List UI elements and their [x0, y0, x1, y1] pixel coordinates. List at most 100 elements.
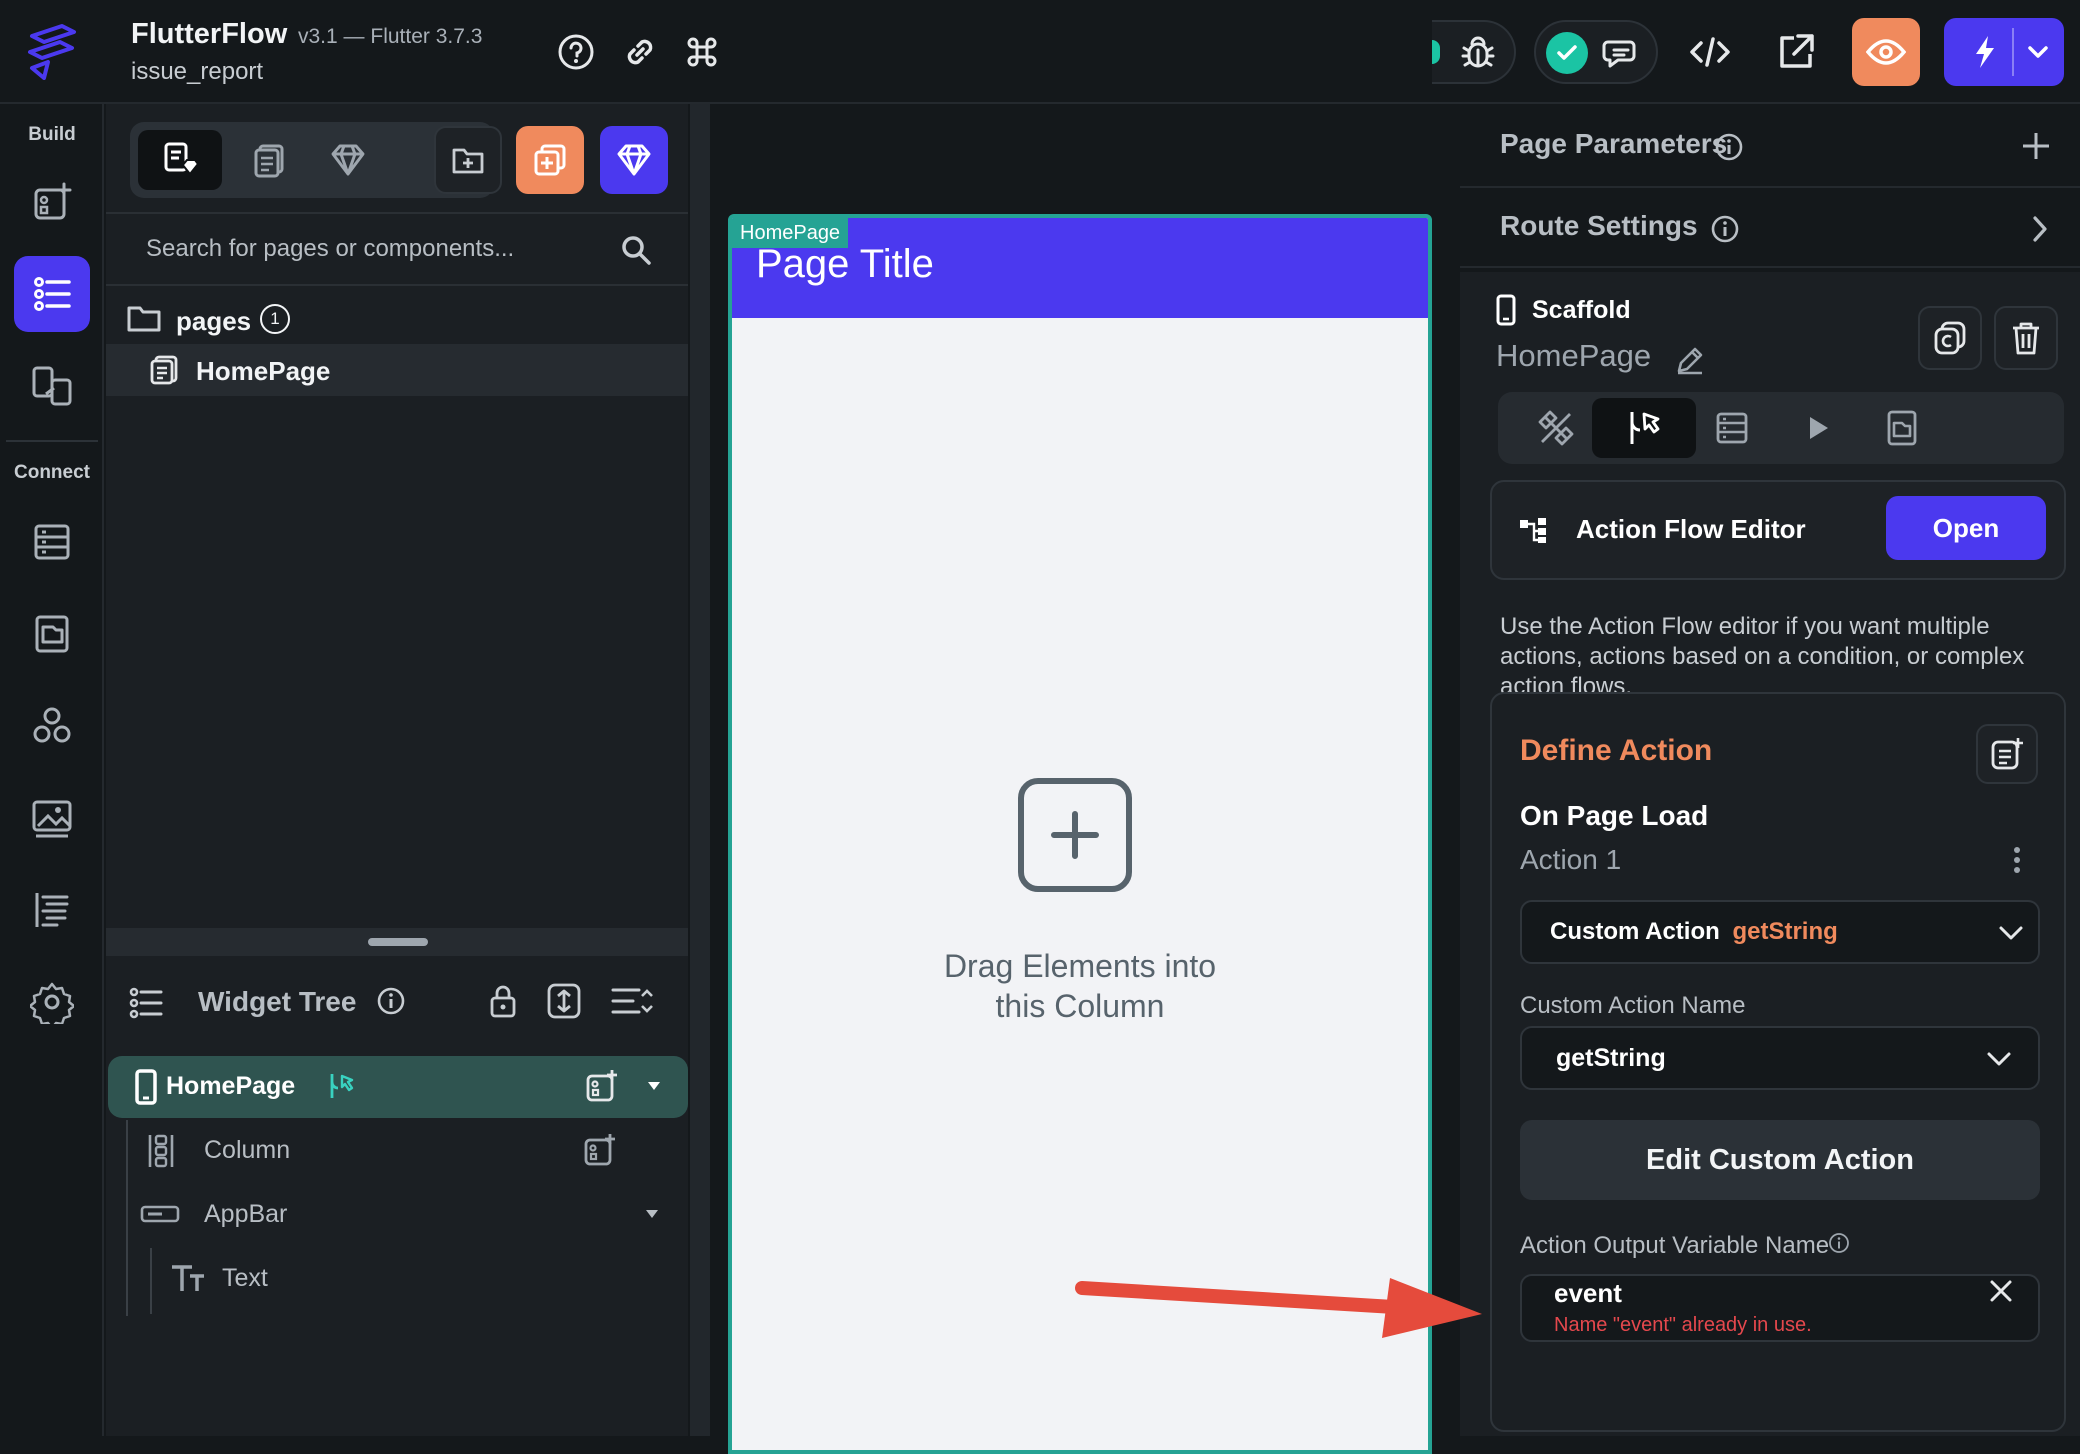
tree-node-appbar[interactable]: AppBar [128, 1184, 668, 1246]
info-icon[interactable] [1710, 214, 1740, 244]
copy-button[interactable] [1918, 306, 1982, 370]
chevron-down-icon[interactable] [2026, 40, 2050, 64]
route-settings-row[interactable]: Route Settings [1460, 188, 2080, 268]
widget-tree-icon[interactable] [14, 256, 90, 332]
drag-handle[interactable] [368, 938, 428, 946]
check-circle-icon[interactable] [1546, 32, 1588, 74]
edit-custom-action-button[interactable]: Edit Custom Action [1520, 1120, 2040, 1200]
pages-folder[interactable]: pages 1 [106, 294, 688, 346]
tree-node-column[interactable]: Column [128, 1120, 668, 1182]
text-icon [170, 1262, 206, 1294]
edit-pencil-icon[interactable] [1674, 344, 1706, 376]
action-flow-editor-card: Action Flow Editor Open [1490, 480, 2066, 580]
clear-icon[interactable] [1988, 1278, 2014, 1304]
status-pill [1534, 20, 1658, 84]
tab-pages-components[interactable] [138, 130, 222, 190]
media-icon[interactable] [14, 596, 90, 672]
panel-divider[interactable] [690, 104, 710, 1436]
more-vert-icon[interactable] [2012, 846, 2022, 874]
preview-button[interactable] [1852, 18, 1920, 86]
code-icon[interactable] [1686, 28, 1734, 76]
folder-icon [126, 304, 162, 334]
chat-icon[interactable] [1602, 32, 1644, 74]
eye-icon [1866, 39, 1906, 65]
action-type-label: Custom Action [1550, 918, 1720, 945]
custom-code-icon[interactable] [14, 872, 90, 948]
add-icon[interactable] [2020, 130, 2052, 162]
page-explorer: pages 1 HomePage Widget Tree Home [106, 104, 688, 1436]
command-icon[interactable] [678, 28, 726, 76]
panel-splitter[interactable] [106, 928, 688, 956]
play-icon [1810, 417, 1828, 439]
action-type-dropdown[interactable]: Custom Action getString [1520, 900, 2040, 964]
lock-icon[interactable] [488, 982, 518, 1020]
build-label: Build [28, 124, 76, 145]
firestore-icon[interactable] [14, 504, 90, 580]
storyboard-icon[interactable] [14, 348, 90, 424]
app-bar[interactable]: Page Title HomePage [732, 218, 1428, 318]
delete-button[interactable] [1994, 306, 2058, 370]
property-tabs [1498, 392, 2064, 464]
help-icon[interactable] [552, 28, 600, 76]
page-parameters-row[interactable]: Page Parameters [1460, 106, 2080, 188]
flutterflow-logo-icon[interactable] [22, 22, 84, 82]
output-var-field[interactable]: event Name "event" already in use. [1520, 1274, 2040, 1342]
add-child-icon[interactable] [584, 1068, 620, 1104]
settings-icon[interactable] [14, 964, 90, 1040]
page-title[interactable]: Page Title [756, 242, 934, 287]
tree-options-icon[interactable] [610, 984, 654, 1018]
integrations-icon[interactable] [14, 688, 90, 764]
add-action-icon [1991, 738, 2023, 770]
page-item-homepage[interactable]: HomePage [106, 344, 688, 396]
chevron-down-icon [1986, 1048, 2012, 1070]
add-action-button[interactable] [1976, 724, 2038, 784]
add-page-button[interactable] [516, 126, 584, 194]
caret-down-icon[interactable] [644, 1208, 660, 1220]
search-icon[interactable] [620, 234, 652, 266]
add-widget-icon[interactable] [14, 164, 90, 240]
app-name: FlutterFlow [131, 18, 288, 50]
top-bar: FlutterFlow v3.1 — Flutter 3.7.3 issue_r… [0, 0, 2080, 104]
add-component-button[interactable] [600, 126, 668, 194]
widget-type-label: Scaffold [1532, 296, 1631, 324]
add-child-icon[interactable] [582, 1132, 618, 1168]
flow-tree-icon [1518, 516, 1550, 544]
info-icon[interactable] [376, 986, 406, 1016]
action-flow-icon [1630, 412, 1660, 444]
add-element-icon[interactable] [1018, 778, 1132, 892]
search-input[interactable] [146, 228, 586, 270]
caret-down-icon[interactable] [646, 1080, 662, 1092]
chevron-right-icon[interactable] [2030, 214, 2050, 244]
info-icon[interactable] [1714, 132, 1744, 162]
new-folder-button[interactable] [434, 126, 502, 194]
page-tag: HomePage [732, 218, 849, 248]
custom-action-name-dropdown[interactable]: getString [1520, 1026, 2040, 1090]
action-label: Action 1 [1520, 844, 1622, 875]
drop-hint-line1: Drag Elements into [943, 948, 1217, 984]
widget-tree-header: Widget Tree [106, 956, 688, 1048]
tree-node-text[interactable]: Text [152, 1248, 668, 1310]
open-action-flow-button[interactable]: Open [1886, 496, 2046, 560]
search-bar [106, 212, 688, 286]
folder-add-icon [452, 148, 484, 174]
debug-pill [1432, 20, 1516, 84]
expand-collapse-icon[interactable] [546, 982, 582, 1020]
info-icon[interactable] [1828, 1232, 1850, 1254]
external-link-icon[interactable] [1772, 28, 1820, 76]
output-var-error: Name "event" already in use. [1554, 1314, 1812, 1336]
properties-panel: Page Parameters Route Settings Scaffold … [1450, 104, 2080, 1436]
action-flow-icon [326, 1070, 358, 1102]
define-action-title: Define Action [1520, 734, 1713, 767]
tab-media[interactable] [1850, 398, 1954, 458]
link-icon[interactable] [616, 28, 664, 76]
run-button[interactable] [1944, 18, 2064, 86]
page-item-label: HomePage [196, 356, 331, 386]
tree-node-homepage[interactable]: HomePage [108, 1056, 688, 1118]
project-name[interactable]: issue_report [131, 58, 263, 86]
bug-icon[interactable] [1458, 32, 1498, 72]
widget-name[interactable]: HomePage [1496, 338, 1651, 374]
tab-components[interactable] [306, 130, 390, 190]
define-action-card: Define Action On Page Load Action 1 Cust… [1490, 692, 2066, 1432]
assets-icon[interactable] [14, 780, 90, 856]
tab-pages[interactable] [228, 130, 312, 190]
